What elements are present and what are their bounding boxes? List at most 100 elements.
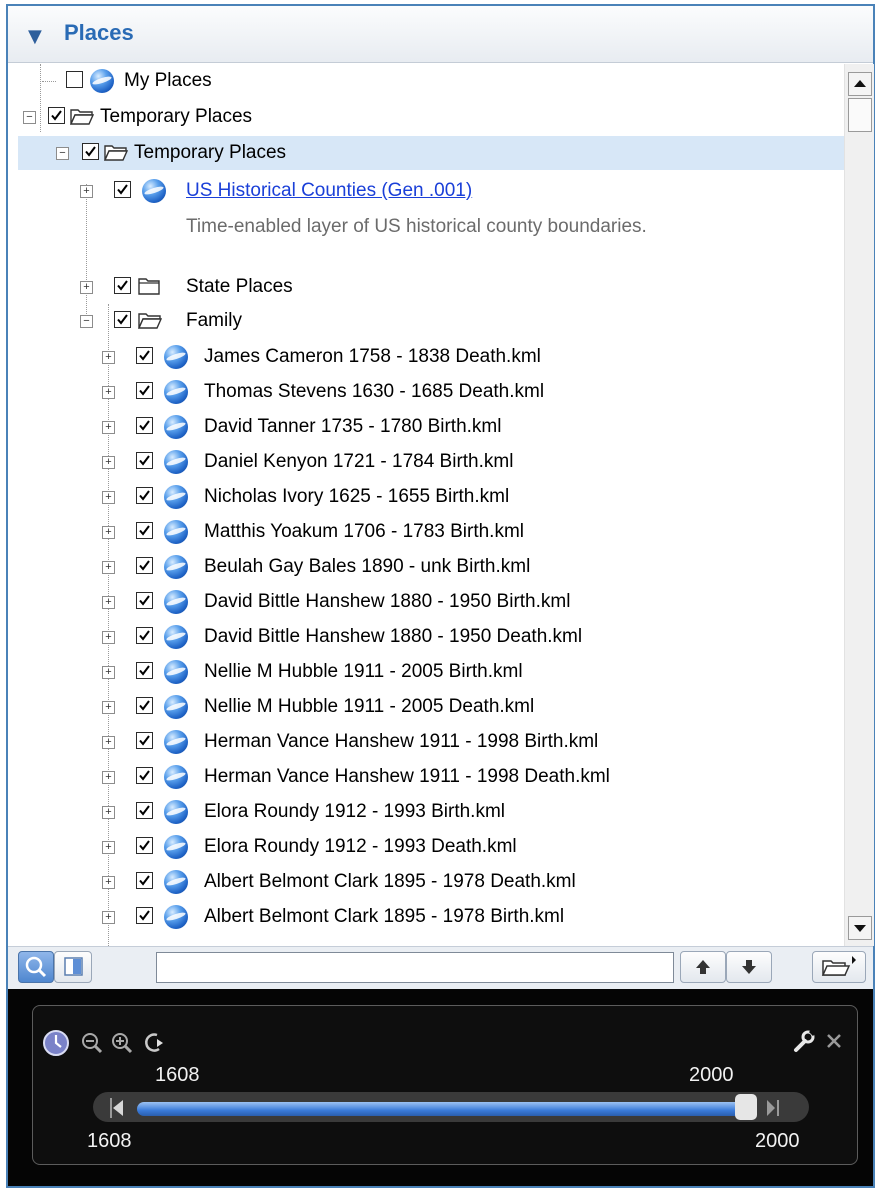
folder-menu-button[interactable] xyxy=(812,951,866,983)
my-places-checkbox[interactable] xyxy=(66,71,83,88)
tree-row-temporary-places-child[interactable]: − Temporary Places xyxy=(18,136,844,170)
scroll-up-button[interactable] xyxy=(848,72,872,96)
move-up-button[interactable] xyxy=(680,951,726,983)
kml-checkbox[interactable] xyxy=(136,627,153,644)
clock-icon[interactable] xyxy=(41,1028,71,1058)
skip-end-icon[interactable] xyxy=(763,1098,785,1118)
scroll-thumb[interactable] xyxy=(848,98,872,132)
expand-icon[interactable]: + xyxy=(102,806,115,819)
tree-row-us-historical-counties[interactable]: + US Historical Counties (Gen .001) xyxy=(18,174,844,208)
zoom-out-icon[interactable] xyxy=(79,1030,105,1056)
scroll-down-button[interactable] xyxy=(848,916,872,940)
kml-checkbox[interactable] xyxy=(136,452,153,469)
collapse-icon[interactable]: − xyxy=(80,315,93,328)
tree-row-temporary-places[interactable]: − Temporary Places xyxy=(18,100,844,134)
tree-row-kml[interactable]: + David Bittle Hanshew 1880 - 1950 Death… xyxy=(18,620,844,654)
search-toggle-button[interactable] xyxy=(18,951,54,983)
expand-icon[interactable]: + xyxy=(102,351,115,364)
tree-row-kml[interactable]: + Nellie M Hubble 1911 - 2005 Death.kml xyxy=(18,690,844,724)
kml-checkbox[interactable] xyxy=(136,732,153,749)
family-checkbox[interactable] xyxy=(114,311,131,328)
expand-icon[interactable]: + xyxy=(102,736,115,749)
tree-row-state-places[interactable]: + State Places xyxy=(18,270,844,304)
kml-checkbox[interactable] xyxy=(136,557,153,574)
expand-icon[interactable]: + xyxy=(102,456,115,469)
tree-row-kml[interactable]: + David Bittle Hanshew 1880 - 1950 Birth… xyxy=(18,585,844,619)
tree-row-kml[interactable]: + Thomas Stevens 1630 - 1685 Death.kml xyxy=(18,375,844,409)
kml-checkbox[interactable] xyxy=(136,907,153,924)
expand-icon[interactable]: + xyxy=(80,185,93,198)
tree-row-kml[interactable]: + James Cameron 1758 - 1838 Death.kml xyxy=(18,340,844,374)
kml-checkbox[interactable] xyxy=(136,872,153,889)
tree-row-kml[interactable]: + Herman Vance Hanshew 1911 - 1998 Death… xyxy=(18,760,844,794)
expand-icon[interactable]: + xyxy=(102,561,115,574)
globe-icon xyxy=(164,555,188,579)
kml-checkbox[interactable] xyxy=(136,347,153,364)
start-handle-icon[interactable] xyxy=(109,1096,139,1120)
search-input[interactable] xyxy=(156,952,674,983)
tree-row-kml[interactable]: + Daniel Kenyon 1721 - 1784 Birth.kml xyxy=(18,445,844,479)
collapse-triangle-icon[interactable]: ▼ xyxy=(28,26,42,47)
expand-icon[interactable]: + xyxy=(102,386,115,399)
animate-play-icon[interactable] xyxy=(141,1030,171,1056)
tree-row-kml[interactable]: + David Tanner 1735 - 1780 Birth.kml xyxy=(18,410,844,444)
wrench-icon[interactable] xyxy=(791,1028,817,1054)
expand-icon[interactable]: + xyxy=(102,596,115,609)
kml-checkbox[interactable] xyxy=(136,662,153,679)
panel-toggle-button[interactable] xyxy=(54,951,92,983)
kml-checkbox[interactable] xyxy=(136,837,153,854)
us-counties-checkbox[interactable] xyxy=(114,181,131,198)
tree-row-kml[interactable]: + Herman Vance Hanshew 1911 - 1998 Birth… xyxy=(18,725,844,759)
zoom-in-icon[interactable] xyxy=(109,1030,135,1056)
arrow-down-icon xyxy=(742,960,756,974)
collapse-icon[interactable]: − xyxy=(23,111,36,124)
expand-icon[interactable]: + xyxy=(102,911,115,924)
kml-checkbox[interactable] xyxy=(136,592,153,609)
move-down-button[interactable] xyxy=(726,951,772,983)
tree-row-kml[interactable]: + Elora Roundy 1912 - 1993 Birth.kml xyxy=(18,795,844,829)
temporary-places-checkbox[interactable] xyxy=(48,107,65,124)
range-end-label: 2000 xyxy=(689,1064,734,1086)
expand-icon[interactable]: + xyxy=(102,841,115,854)
expand-icon[interactable]: + xyxy=(80,281,93,294)
collapse-icon[interactable]: − xyxy=(56,147,69,160)
expand-icon[interactable]: + xyxy=(102,701,115,714)
folder-menu-icon xyxy=(821,956,856,976)
kml-checkbox[interactable] xyxy=(136,487,153,504)
expand-icon[interactable]: + xyxy=(102,876,115,889)
tree-row-family[interactable]: − Family xyxy=(18,304,844,338)
tree-row-kml[interactable]: + Matthis Yoakum 1706 - 1783 Birth.kml xyxy=(18,515,844,549)
kml-checkbox[interactable] xyxy=(136,417,153,434)
expand-icon[interactable]: + xyxy=(102,631,115,644)
expand-icon[interactable]: + xyxy=(102,771,115,784)
kml-checkbox[interactable] xyxy=(136,382,153,399)
tree-scrollbar[interactable] xyxy=(844,64,874,946)
globe-icon xyxy=(164,520,188,544)
tree-row-kml[interactable]: + Albert Belmont Clark 1895 - 1978 Death… xyxy=(18,865,844,899)
expand-icon[interactable]: + xyxy=(102,421,115,434)
us-counties-link[interactable]: US Historical Counties (Gen .001) xyxy=(186,174,472,208)
tree-row-my-places[interactable]: My Places xyxy=(18,64,844,98)
tree-row-kml[interactable]: + Albert Belmont Clark 1895 - 1978 Birth… xyxy=(18,900,844,934)
tree-row-kml[interactable]: + Nicholas Ivory 1625 - 1655 Birth.kml xyxy=(18,480,844,514)
tree-row-kml[interactable]: + Nellie M Hubble 1911 - 2005 Birth.kml xyxy=(18,655,844,689)
temporary-places-child-checkbox[interactable] xyxy=(82,143,99,160)
kml-checkbox[interactable] xyxy=(136,697,153,714)
time-range-bar[interactable] xyxy=(137,1102,753,1116)
tree-row-kml[interactable]: + Elora Roundy 1912 - 1993 Death.kml xyxy=(18,830,844,864)
tree-row-kml[interactable]: + Beulah Gay Bales 1890 - unk Birth.kml xyxy=(18,550,844,584)
places-panel: ▼ Places My Places − Temporary Places − … xyxy=(6,4,875,1188)
globe-icon xyxy=(164,380,188,404)
expand-icon[interactable]: + xyxy=(102,491,115,504)
expand-icon[interactable]: + xyxy=(102,666,115,679)
expand-icon[interactable]: + xyxy=(102,526,115,539)
kml-checkbox[interactable] xyxy=(136,802,153,819)
places-header[interactable]: ▼ Places xyxy=(8,6,873,63)
kml-checkbox[interactable] xyxy=(136,767,153,784)
tree-item-label: Temporary Places xyxy=(100,106,253,127)
kml-checkbox[interactable] xyxy=(136,522,153,539)
close-icon[interactable] xyxy=(823,1030,845,1052)
end-handle[interactable] xyxy=(735,1094,757,1120)
state-places-checkbox[interactable] xyxy=(114,277,131,294)
tree-item-label: Matthis Yoakum 1706 - 1783 Birth.kml xyxy=(204,521,525,542)
